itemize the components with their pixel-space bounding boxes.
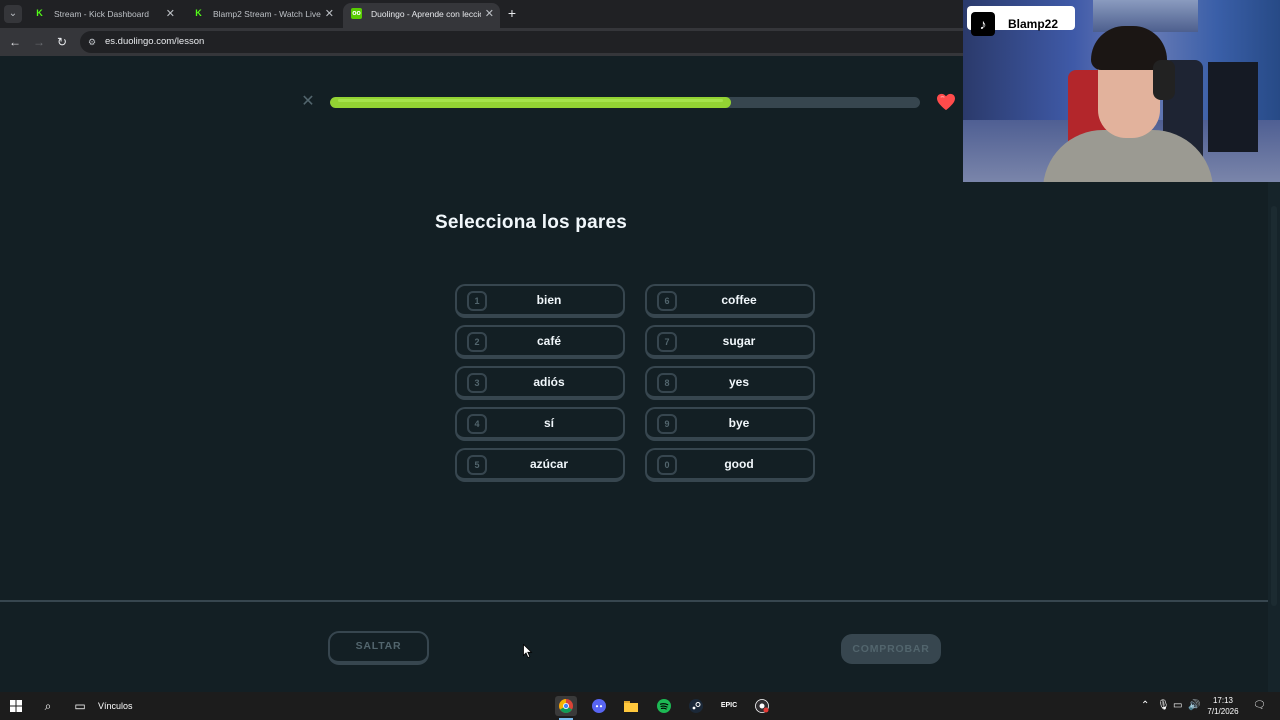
site-info-icon[interactable]: ⚙ (88, 37, 98, 47)
discord-icon[interactable] (588, 696, 610, 716)
tiktok-username: Blamp22 (1008, 17, 1059, 31)
heart-icon (937, 93, 955, 111)
close-lesson-icon[interactable]: ✕ (300, 94, 316, 110)
option-word: good (724, 457, 754, 471)
network-icon[interactable]: ▭ (1173, 692, 1182, 720)
option-right-8[interactable]: 8 yes (645, 366, 815, 400)
option-word: sí (543, 416, 554, 430)
forward-arrow-icon[interactable]: → (30, 33, 48, 51)
spotify-icon[interactable] (653, 696, 675, 716)
close-tab-icon[interactable]: ✕ (325, 3, 334, 25)
windows-taskbar: ⌕ ▭ Vínculos EPIC ⌃ 🎙 ▭ 🔊 17:13 7/1/2026… (0, 692, 1280, 720)
links-toolbar[interactable]: Vínculos (98, 692, 133, 720)
option-left-4[interactable]: 4 sí (455, 407, 625, 441)
option-left-1[interactable]: 1 bien (455, 284, 625, 318)
clock-time: 17:13 (1212, 696, 1234, 705)
epic-games-icon[interactable]: EPIC (718, 696, 740, 716)
show-hidden-icons[interactable]: ⌃ (1141, 692, 1149, 720)
option-word: azúcar (529, 457, 569, 471)
mouse-cursor-icon (523, 644, 533, 658)
webcam-overlay: ♪ Blamp22 (963, 0, 1280, 182)
exercise-title: Selecciona los pares (435, 212, 627, 233)
tab-search-icon[interactable]: ⌄ (4, 5, 22, 23)
tiktok-name-tag: ♪ Blamp22 (967, 6, 1075, 36)
search-icon[interactable]: ⌕ (37, 696, 59, 716)
close-tab-icon[interactable]: ✕ (166, 3, 175, 25)
lesson-progress-bar (330, 97, 920, 108)
option-left-2[interactable]: 2 café (455, 325, 625, 359)
option-right-7[interactable]: 7 sugar (645, 325, 815, 359)
microphone-icon[interactable]: 🎙 (1157, 692, 1170, 720)
option-word: adiós (533, 375, 565, 389)
clock-date: 7/1/2026 (1207, 707, 1239, 716)
check-button[interactable]: COMPROBAR (841, 634, 941, 664)
wall-poster (1093, 0, 1198, 32)
obs-icon[interactable] (751, 696, 773, 716)
option-word: bye (728, 416, 750, 430)
option-word: café (536, 334, 562, 348)
option-word: sugar (722, 334, 756, 348)
notifications-icon[interactable]: 🗨 (1253, 692, 1266, 720)
kick-icon: K (195, 8, 202, 18)
volume-icon[interactable]: 🔊 (1188, 692, 1200, 720)
lesson-progress-fill (330, 97, 732, 108)
reload-icon[interactable]: ↻ (53, 33, 71, 51)
option-left-3[interactable]: 3 adiós (455, 366, 625, 400)
shelf (1208, 62, 1258, 152)
option-word: yes (728, 375, 750, 389)
windows-start-icon[interactable] (5, 696, 27, 716)
tiktok-icon: ♪ (971, 12, 995, 36)
new-tab-button[interactable]: + (505, 4, 519, 22)
duolingo-icon: oo (351, 8, 362, 19)
task-view-icon[interactable]: ▭ (69, 696, 91, 716)
system-clock[interactable]: 17:13 7/1/2026 (1200, 695, 1246, 717)
tab-kick-dashboard[interactable]: K Stream - Kick Dashboard ✕ (26, 3, 181, 28)
headphones (1153, 60, 1175, 100)
kick-icon: K (36, 8, 43, 18)
option-right-9[interactable]: 9 bye (645, 407, 815, 441)
close-tab-icon[interactable]: ✕ (485, 3, 494, 25)
url-text: es.duolingo.com/lesson (105, 36, 205, 47)
option-word: coffee (721, 293, 757, 307)
tab-kick-stream[interactable]: K Blamp2 Stream - Watch Live on Kick ✕ (185, 3, 340, 28)
scrollbar-thumb[interactable] (1271, 206, 1277, 606)
steam-icon[interactable] (685, 696, 707, 716)
option-left-5[interactable]: 5 azúcar (455, 448, 625, 482)
tab-duolingo[interactable]: oo Duolingo - Aprende con lecciones ✕ (343, 3, 500, 28)
chrome-icon[interactable] (555, 696, 577, 720)
skip-button[interactable]: SALTAR (328, 631, 429, 665)
option-right-6[interactable]: 6 coffee (645, 284, 815, 318)
option-right-0[interactable]: 0 good (645, 448, 815, 482)
file-explorer-icon[interactable] (620, 696, 642, 716)
option-word: bien (536, 293, 562, 307)
back-arrow-icon[interactable]: ← (6, 33, 24, 51)
footer-divider (0, 600, 1268, 602)
